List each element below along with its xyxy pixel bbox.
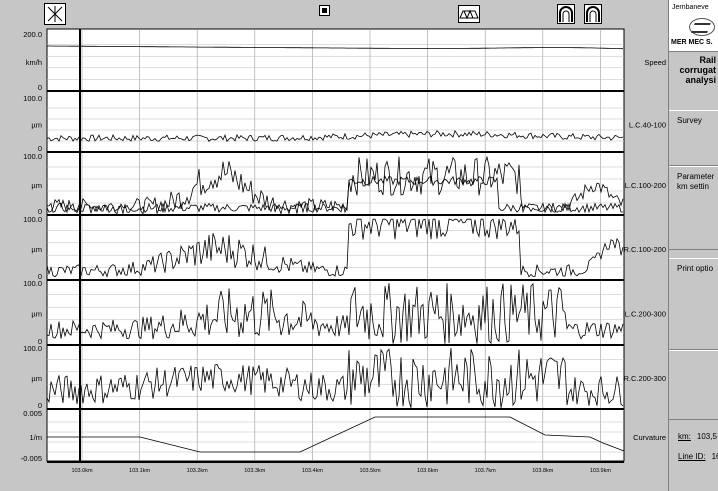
- x-tick-label: 103.4km: [302, 468, 324, 474]
- tunnel-right-button[interactable]: [584, 4, 602, 24]
- x-tick-label: 103.7km: [475, 468, 497, 474]
- line-id-value: 16: [711, 452, 718, 461]
- parameter-settings-button-label: Parameter km settin: [677, 172, 715, 191]
- tunnel-right-icon: [586, 6, 600, 22]
- print-options-button[interactable]: Print optio: [669, 258, 718, 350]
- plot-area[interactable]: 200.0 km/h 0 Speed 100.0 µm 0 L.C.40-100 100.0 µm…: [0, 26, 668, 482]
- panel-label: L.C.200-300: [625, 310, 666, 319]
- panel-unit: µm: [31, 374, 42, 383]
- panel-top-value: 100.0: [23, 152, 42, 161]
- survey-mark-button[interactable]: [44, 3, 66, 25]
- panel-top-value: 100.0: [23, 215, 42, 224]
- panel-unit: 1/m: [29, 433, 42, 442]
- km-value: 103,5: [696, 432, 717, 441]
- panel-unit: µm: [31, 245, 42, 254]
- panel-label: R.C.200-300: [623, 374, 666, 383]
- title-line: corrugat: [679, 65, 716, 75]
- company-name: Jernbaneve: [672, 4, 709, 11]
- survey-button[interactable]: Survey: [669, 110, 718, 166]
- km-info: km: 103,5: [678, 432, 717, 441]
- x-tick-label: 103.0km: [71, 468, 93, 474]
- small-marker-button[interactable]: [319, 5, 330, 16]
- x-tick-label: 103.8km: [532, 468, 554, 474]
- panel-top-value: 0.005: [23, 409, 42, 418]
- sidebar: Jernbaneve MER MEC S. Rail corrugat anal…: [668, 0, 718, 491]
- panel-bottom-value: 0: [38, 83, 42, 92]
- panel-label: Curvature: [633, 433, 666, 442]
- toolbar: [0, 0, 668, 26]
- tunnel-left-icon: [559, 6, 573, 22]
- panel-label: L.C.40-100: [629, 121, 666, 130]
- panel-unit: µm: [31, 310, 42, 319]
- survey-button-label: Survey: [677, 116, 702, 125]
- panel-unit: µm: [31, 181, 42, 190]
- parameter-settings-button[interactable]: Parameter km settin: [669, 166, 718, 250]
- km-label: km:: [678, 432, 691, 441]
- x-tick-label: 103.6km: [417, 468, 439, 474]
- x-tick-label: 103.3km: [244, 468, 266, 474]
- app-title: Rail corrugat analysi: [679, 55, 716, 85]
- line-id-label: Line ID:: [678, 452, 706, 461]
- title-line: analysi: [685, 75, 716, 85]
- panel-top-value: 100.0: [23, 344, 42, 353]
- panel-unit: km/h: [26, 58, 42, 67]
- tunnel-left-button[interactable]: [557, 4, 575, 24]
- panel-label: R.C.100-200: [623, 245, 666, 254]
- small-marker-icon: [322, 8, 327, 13]
- bridge-icon: [459, 9, 479, 20]
- plot-svg[interactable]: 200.0km/h0Speed100.0µm0L.C.40-100100.0µm…: [0, 26, 668, 482]
- blank-sidebar-button: [669, 350, 718, 420]
- bridge-button[interactable]: [458, 5, 480, 23]
- panel-label: L.C.100-200: [625, 181, 666, 190]
- main-view: 200.0 km/h 0 Speed 100.0 µm 0 L.C.40-100 100.0 µm…: [0, 0, 668, 491]
- logo-panel: Jernbaneve MER MEC S.: [669, 0, 718, 52]
- x-tick-label: 103.2km: [187, 468, 209, 474]
- logo-text: MER MEC S.: [671, 39, 713, 46]
- print-options-button-label: Print optio: [677, 264, 714, 273]
- panel-top-value: 100.0: [23, 279, 42, 288]
- panel-bottom-value: -0.005: [21, 454, 42, 463]
- panel-top-value: 100.0: [23, 94, 42, 103]
- panel-unit: µm: [31, 121, 42, 130]
- x-tick-label: 103.5km: [359, 468, 381, 474]
- panel-label: Speed: [644, 58, 666, 67]
- line-info: Line ID: 16: [678, 452, 718, 461]
- mermec-logo-icon: [689, 18, 715, 36]
- title-line: Rail: [699, 55, 716, 65]
- x-tick-label: 103.1km: [129, 468, 151, 474]
- panel-top-value: 200.0: [23, 30, 42, 39]
- survey-mark-icon: [47, 6, 63, 22]
- x-tick-label: 103.9km: [590, 468, 612, 474]
